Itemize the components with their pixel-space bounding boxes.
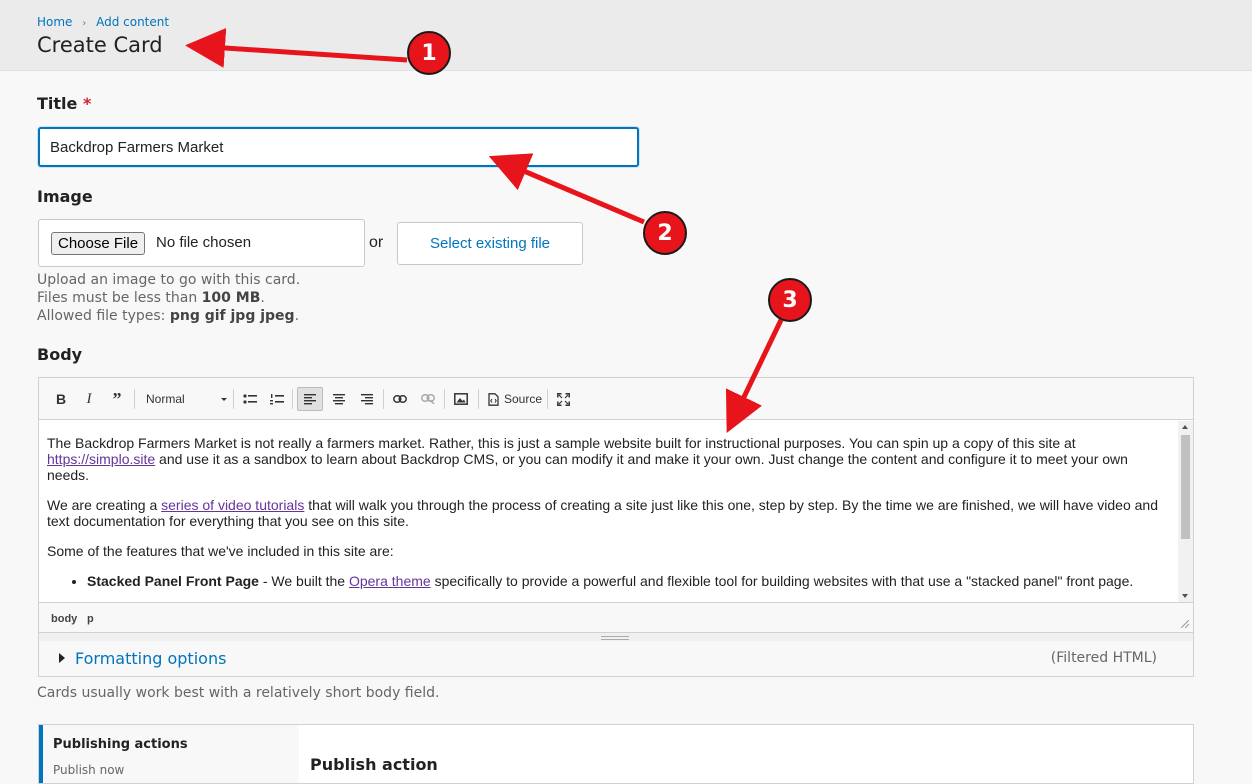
italic-icon[interactable]: I (79, 387, 99, 411)
breadcrumb-home-link[interactable]: Home (37, 15, 72, 29)
breadcrumb-add-content-link[interactable]: Add content (96, 15, 169, 29)
chevron-down-icon (221, 398, 227, 401)
simplo-site-link[interactable]: https://simplo.site (47, 451, 155, 467)
scroll-down-icon[interactable] (1182, 594, 1188, 598)
breadcrumb: Home › Add content (37, 15, 169, 29)
required-marker: * (82, 94, 92, 113)
list-item-text: - We built the (258, 573, 349, 589)
body-paragraph: We are creating a series of video tutori… (47, 497, 1170, 529)
breadcrumb-separator-icon: › (82, 18, 87, 29)
paragraph-text: and use it as a sandbox to learn about B… (47, 451, 1128, 483)
annotation-badge-2: 2 (643, 211, 687, 255)
scrollbar-thumb[interactable] (1181, 435, 1190, 539)
title-label-text: Title (37, 94, 78, 113)
toolbar-divider (233, 389, 234, 409)
publish-action-heading: Publish action (310, 755, 438, 774)
paragraph-text: We are creating a (47, 497, 162, 513)
chevron-right-icon (59, 653, 65, 663)
source-button[interactable]: Source (484, 387, 546, 411)
align-right-icon[interactable] (356, 387, 378, 411)
body-editor: B I ” Normal Source The Backdrop Farmers… (38, 377, 1194, 642)
body-help-text: Cards usually work best with a relativel… (37, 685, 440, 701)
text-format-label: (Filtered HTML) (1050, 650, 1157, 666)
features-list: Stacked Panel Front Page - We built the … (47, 573, 1170, 589)
publishing-tab-title: Publishing actions (53, 737, 188, 752)
image-label: Image (37, 187, 93, 206)
scroll-up-icon[interactable] (1182, 425, 1188, 429)
help-text: Files must be less than (37, 290, 202, 306)
page-title: Create Card (37, 33, 163, 57)
body-paragraph: The Backdrop Farmers Market is not reall… (47, 435, 1170, 483)
list-item-bold: Stacked Panel Front Page (87, 573, 259, 589)
bold-icon[interactable]: B (51, 387, 71, 411)
help-text: . (260, 290, 265, 306)
image-help-line-2: Files must be less than 100 MB. (37, 290, 265, 306)
toolbar-divider (444, 389, 445, 409)
max-size-value: 100 MB (201, 290, 261, 306)
help-text: Allowed file types: (37, 308, 170, 324)
editor-content-area[interactable]: The Backdrop Farmers Market is not reall… (39, 421, 1178, 602)
annotation-badge-1: 1 (407, 31, 451, 75)
grip-lines-icon (601, 636, 629, 640)
select-existing-file-button[interactable]: Select existing file (397, 222, 583, 265)
toolbar-divider (292, 389, 293, 409)
align-center-icon[interactable] (328, 387, 350, 411)
bulleted-list-icon[interactable] (240, 387, 260, 411)
or-text: or (369, 234, 384, 251)
maximize-icon[interactable] (552, 387, 574, 411)
page-header: Home › Add content Create Card (0, 0, 1252, 71)
image-help-line-3: Allowed file types: png gif jpg jpeg. (37, 308, 299, 324)
format-select[interactable]: Normal (139, 387, 229, 411)
image-help-line-1: Upload an image to go with this card. (37, 272, 301, 288)
body-label: Body (37, 345, 83, 364)
toolbar-divider (383, 389, 384, 409)
allowed-types-value: png gif jpg jpeg (169, 308, 295, 324)
align-left-icon[interactable] (297, 387, 323, 411)
opera-theme-link[interactable]: Opera theme (349, 573, 431, 589)
toolbar-divider (547, 389, 548, 409)
toolbar-divider (478, 389, 479, 409)
blockquote-icon[interactable]: ” (106, 387, 128, 411)
video-tutorials-link[interactable]: series of video tutorials (161, 497, 304, 513)
path-item-p[interactable]: p (87, 613, 94, 625)
body-paragraph: Some of the features that we've included… (47, 543, 394, 559)
help-text: . (294, 308, 300, 324)
annotation-badge-3: 3 (768, 278, 812, 322)
publishing-panel: Publishing actions Publish now Publish a… (38, 724, 1194, 784)
no-file-chosen-text: No file chosen (156, 234, 252, 251)
list-item: Stacked Panel Front Page - We built the … (87, 573, 1170, 589)
editor-scrollbar[interactable] (1178, 421, 1193, 602)
formatting-options-toggle[interactable]: Formatting options (Filtered HTML) (38, 641, 1194, 677)
choose-file-button[interactable]: Choose File (51, 232, 146, 255)
list-item-text: specifically to provide a powerful and f… (430, 573, 1134, 589)
unlink-icon[interactable] (417, 387, 439, 411)
format-select-value: Normal (146, 392, 185, 406)
title-label: Title * (37, 94, 91, 113)
paragraph-text: The Backdrop Farmers Market is not reall… (47, 435, 1076, 451)
numbered-list-icon[interactable] (267, 387, 287, 411)
title-input[interactable] (38, 127, 639, 167)
publishing-vertical-tab[interactable]: Publishing actions Publish now (39, 725, 299, 783)
element-path-bar: body p (39, 602, 1193, 632)
image-icon[interactable] (450, 387, 472, 411)
source-icon (488, 392, 499, 406)
link-icon[interactable] (389, 387, 411, 411)
annotation-arrow-2 (488, 153, 645, 225)
publishing-tab-summary: Publish now (53, 763, 125, 777)
path-item-body[interactable]: body (51, 613, 77, 625)
toolbar-divider (134, 389, 135, 409)
formatting-options-label[interactable]: Formatting options (75, 649, 226, 668)
source-label: Source (503, 392, 543, 406)
editor-toolbar: B I ” Normal Source (39, 378, 1193, 420)
file-upload-field[interactable]: Choose File No file chosen (38, 219, 365, 267)
resize-corner-icon[interactable] (1181, 620, 1189, 628)
